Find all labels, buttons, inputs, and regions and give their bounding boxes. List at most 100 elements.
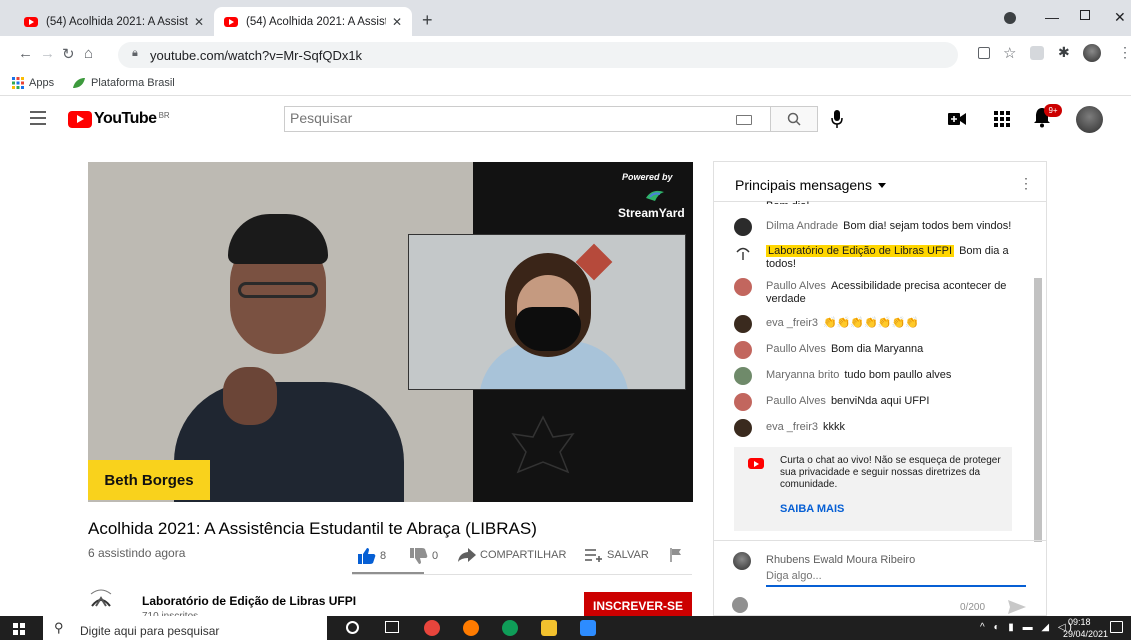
signer-hair: [228, 214, 328, 264]
task-view-icon[interactable]: [385, 621, 399, 633]
edge-taskbar-icon[interactable]: [502, 620, 518, 636]
search-icon: ⚲: [54, 620, 64, 635]
like-button[interactable]: 8: [358, 548, 386, 564]
emoji-icon[interactable]: [732, 597, 748, 613]
search-input[interactable]: [290, 110, 710, 126]
file-explorer-taskbar-icon[interactable]: [541, 620, 557, 636]
youtube-apps-button[interactable]: [994, 111, 1010, 127]
chat-message-partial: Bom dia!: [766, 200, 809, 204]
message-author-moderator[interactable]: Laboratório de Edição de Libras UFPI: [766, 245, 955, 257]
author-avatar[interactable]: [734, 341, 752, 359]
like-count: 8: [380, 550, 387, 562]
install-app-icon[interactable]: [978, 47, 990, 59]
bookmark-apps[interactable]: Apps: [12, 77, 54, 89]
lock-icon[interactable]: 🔒︎: [132, 47, 138, 60]
chrome-taskbar-icon[interactable]: [424, 620, 440, 636]
chat-mode-dropdown[interactable]: Principais mensagens: [735, 177, 886, 193]
new-tab-button[interactable]: +: [422, 10, 433, 31]
message-text: Bom dia Maryanna: [830, 343, 924, 355]
apps-grid-icon: [994, 111, 1010, 127]
report-button[interactable]: [670, 548, 682, 562]
leaf-outline-icon: [511, 415, 575, 474]
actions-divider: [352, 574, 692, 575]
leaf-icon: [73, 78, 85, 88]
profile-dot-icon[interactable]: [1004, 12, 1016, 24]
profile-avatar[interactable]: [1083, 44, 1101, 62]
author-avatar[interactable]: [734, 218, 752, 236]
message-author[interactable]: Dilma Andrade: [766, 220, 838, 232]
cortana-icon[interactable]: [346, 621, 359, 634]
picture-in-picture-feed: [408, 234, 686, 390]
guest-mask: [515, 307, 581, 351]
share-arrow-icon: [458, 548, 476, 562]
channel-logo-icon[interactable]: [88, 586, 114, 612]
minimize-icon[interactable]: —: [1045, 9, 1059, 25]
youtube-logo[interactable]: YouTube BR: [68, 110, 170, 128]
chat-message: Paullo Alves benviNda aqui UFPI: [734, 393, 1032, 411]
channel-logo-icon[interactable]: [734, 243, 752, 261]
author-avatar[interactable]: [734, 315, 752, 333]
message-author[interactable]: Paullo Alves: [766, 280, 826, 292]
keyboard-icon[interactable]: [736, 115, 752, 125]
extension-icon[interactable]: [1030, 46, 1044, 60]
message-text: 👏👏👏👏👏👏👏: [822, 317, 919, 329]
restore-icon[interactable]: [1080, 10, 1090, 20]
zoom-taskbar-icon[interactable]: [580, 620, 596, 636]
message-author[interactable]: eva _freir3: [766, 421, 818, 433]
message-text: tudo bom paullo alves: [844, 369, 952, 381]
chat-notice-text: Curta o chat ao vivo! Não se esqueça de …: [780, 455, 1001, 490]
message-author[interactable]: Paullo Alves: [766, 395, 826, 407]
video-player[interactable]: Powered by StreamYard Beth Borges: [88, 162, 693, 502]
home-icon[interactable]: ⌂: [84, 45, 93, 62]
chrome-menu-icon[interactable]: ⋮: [1118, 44, 1131, 61]
menu-hamburger-icon[interactable]: [30, 111, 46, 129]
voice-search-button[interactable]: [830, 109, 844, 129]
chat-message: eva _freir3 kkkk: [734, 419, 1032, 437]
forward-icon[interactable]: →: [40, 45, 55, 62]
author-avatar[interactable]: [734, 419, 752, 437]
signer-glasses: [238, 282, 318, 298]
action-center-icon[interactable]: [1110, 621, 1123, 633]
chat-message-input[interactable]: [766, 570, 1026, 587]
author-avatar[interactable]: [734, 278, 752, 296]
reload-icon[interactable]: ↻: [62, 45, 75, 63]
back-icon[interactable]: ←: [18, 45, 33, 62]
message-author[interactable]: eva _freir3: [766, 317, 818, 329]
search-button[interactable]: [770, 106, 818, 132]
chat-more-options-icon[interactable]: ⋮: [1019, 175, 1033, 192]
save-button[interactable]: SALVAR: [585, 548, 649, 562]
live-viewer-count: 6 assistindo agora: [88, 546, 186, 560]
window-close-icon[interactable]: ✕: [1114, 9, 1126, 26]
send-icon[interactable]: [1008, 600, 1026, 614]
learn-more-link[interactable]: SAIBA MAIS: [780, 503, 844, 515]
channel-name[interactable]: Laboratório de Edição de Libras UFPI: [142, 594, 356, 608]
browser-tab-2[interactable]: (54) Acolhida 2021: A Assistência ✕: [214, 7, 412, 36]
create-video-button[interactable]: [948, 113, 966, 125]
message-author[interactable]: Paullo Alves: [766, 343, 826, 355]
powered-by-label: Powered by: [622, 172, 673, 182]
tab-close-icon[interactable]: ✕: [392, 15, 402, 29]
tab-close-icon[interactable]: ✕: [194, 15, 204, 29]
bookmark-plataforma-brasil[interactable]: Plataforma Brasil: [72, 77, 175, 89]
dislike-button[interactable]: 0: [410, 548, 438, 564]
taskbar-clock-time[interactable]: 09:18: [1068, 617, 1091, 627]
flag-icon: [670, 548, 681, 562]
chat-scrollbar[interactable]: [1034, 278, 1042, 542]
account-avatar[interactable]: [1076, 106, 1103, 133]
tab-title: (54) Acolhida 2021: A Assistência: [246, 15, 386, 28]
firefox-taskbar-icon[interactable]: [463, 620, 479, 636]
bookmark-star-icon[interactable]: ☆: [1003, 44, 1016, 62]
system-tray-icons[interactable]: ^ ◐ ▮ ▬ ◢ ◁): [980, 622, 1075, 633]
url-text[interactable]: youtube.com/watch?v=Mr-SqfQDx1k: [150, 48, 362, 63]
taskbar-clock-date[interactable]: 29/04/2021: [1063, 629, 1108, 639]
search-icon: [787, 112, 801, 126]
browser-tab-1[interactable]: (54) Acolhida 2021: A Assistência ✕: [14, 7, 214, 36]
chat-message: Dilma Andrade Bom dia! sejam todos bem vi…: [734, 218, 1032, 236]
message-author[interactable]: Maryanna brito: [766, 369, 839, 381]
taskbar-search-text[interactable]: Digite aqui para pesquisar: [80, 624, 219, 638]
windows-start-icon[interactable]: [13, 623, 25, 635]
share-button[interactable]: COMPARTILHAR: [458, 548, 566, 562]
extensions-puzzle-icon[interactable]: ✱: [1058, 44, 1070, 61]
author-avatar[interactable]: [734, 393, 752, 411]
author-avatar[interactable]: [734, 367, 752, 385]
